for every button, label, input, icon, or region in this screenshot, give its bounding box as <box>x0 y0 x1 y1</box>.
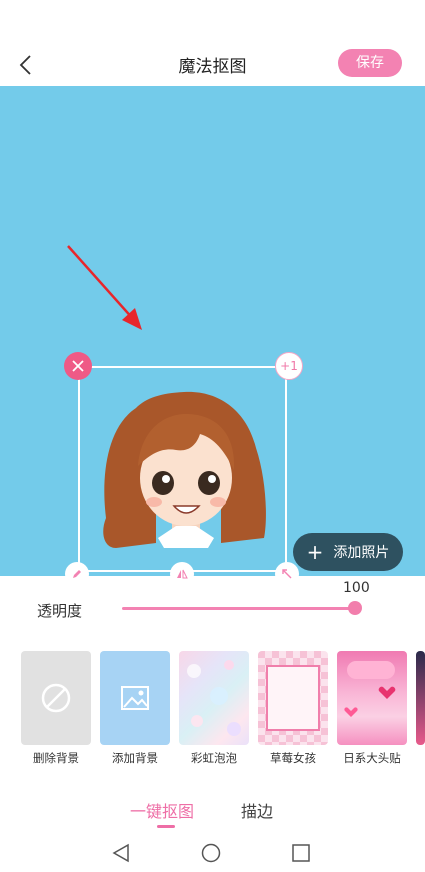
bg-option-strawberry-girl[interactable] <box>258 651 328 745</box>
opacity-slider-thumb[interactable] <box>348 601 362 615</box>
bg-option-label: 删除背景 <box>33 751 79 765</box>
hearts-pattern <box>344 661 396 717</box>
tab-one-click-cutout[interactable]: 一键抠图 <box>130 798 194 822</box>
bg-option-rainbow-bubbles[interactable] <box>179 651 249 745</box>
nav-recents-icon[interactable] <box>290 842 312 864</box>
bg-option-remove[interactable] <box>21 651 91 745</box>
flip-icon <box>177 569 188 579</box>
bg-option-more[interactable] <box>416 651 425 745</box>
edit-handle[interactable] <box>65 562 89 586</box>
tab-outline[interactable]: 描边 <box>241 798 273 822</box>
plus-icon: + <box>306 540 324 564</box>
frame-decoration <box>266 665 320 731</box>
resize-handle[interactable] <box>275 562 299 586</box>
bubbles-pattern <box>187 660 241 736</box>
pencil-icon <box>73 570 81 578</box>
red-arrow-annotation <box>67 245 142 330</box>
bg-option-label: 彩虹泡泡 <box>191 751 237 765</box>
add-photo-button[interactable]: + 添加照片 <box>293 533 403 571</box>
bg-option-label: 日系大头贴 <box>343 751 401 765</box>
bg-option-japanese-sticker[interactable] <box>337 651 407 745</box>
bg-option-label: 草莓女孩 <box>270 751 316 765</box>
close-icon <box>72 360 84 372</box>
cutout-image[interactable] <box>96 388 274 558</box>
nav-back-icon[interactable] <box>110 842 132 864</box>
add-photo-label: 添加照片 <box>333 545 390 561</box>
resize-arrows-icon <box>282 569 292 579</box>
opacity-value: 100 <box>343 580 370 596</box>
opacity-slider-track[interactable] <box>122 607 356 610</box>
bg-option-label: 添加背景 <box>112 751 158 765</box>
duplicate-handle[interactable]: +1 <box>275 352 303 380</box>
active-tab-indicator <box>157 825 175 828</box>
save-button[interactable]: 保存 <box>338 49 402 77</box>
opacity-label: 透明度 <box>37 602 83 620</box>
image-icon <box>121 686 149 710</box>
nav-home-icon[interactable] <box>200 842 222 864</box>
no-symbol-icon <box>41 683 71 713</box>
delete-handle[interactable] <box>64 352 92 380</box>
flip-handle[interactable] <box>170 562 194 586</box>
bg-option-add[interactable] <box>100 651 170 745</box>
